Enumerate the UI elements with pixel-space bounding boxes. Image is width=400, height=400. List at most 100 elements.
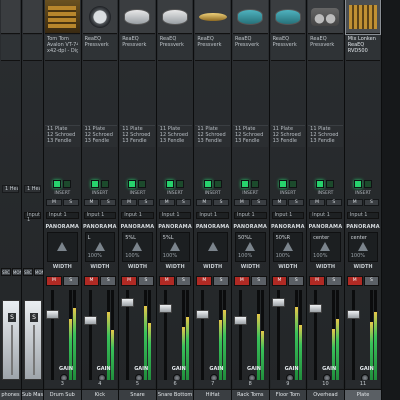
channel-strip[interactable]: ReaEQ Pressverk 11 Plate 12 Schroed 13 Fendl… [307, 0, 345, 400]
track-thumbnail[interactable] [82, 0, 118, 34]
solo-button[interactable]: S [363, 276, 380, 286]
plugin-slot[interactable]: Pressverk [122, 42, 153, 48]
record-led[interactable] [251, 180, 260, 188]
channel-strip[interactable]: Tom Tom Avalon VT-74 x42-dpl - Dig 11 Plate… [44, 0, 82, 400]
plugin-slot[interactable]: Pressverk [197, 42, 228, 48]
fader-cap[interactable] [346, 310, 360, 319]
panner[interactable]: 5%L 100% [122, 232, 153, 262]
channel-name[interactable]: Drum Sub [44, 389, 81, 400]
input-selector[interactable]: Input 1 [233, 212, 267, 219]
send-list[interactable]: 11 Plate 12 Schroed 13 Fendle [195, 125, 230, 147]
input-selector[interactable]: Input 1 [24, 212, 41, 223]
send-list[interactable]: 11 Plate 12 Schroed 13 Fendle [232, 125, 268, 147]
input-selector[interactable]: Input 1 [309, 212, 342, 219]
track-thumbnail[interactable] [270, 0, 306, 34]
fader[interactable]: GAIN [346, 288, 381, 386]
plugin-slot[interactable]: Pressverk [160, 42, 191, 48]
solo-button[interactable]: S [213, 276, 229, 286]
send-slot[interactable]: 13 Fendle [233, 138, 268, 144]
src-button[interactable]: SRC [1, 268, 11, 276]
master-fader[interactable]: S [24, 300, 42, 380]
panner[interactable]: L 100% [84, 232, 116, 262]
channel-name[interactable]: HiHat [194, 389, 231, 400]
record-led[interactable] [364, 180, 373, 188]
solo-button[interactable]: S [62, 276, 79, 286]
fader[interactable]: GAIN [308, 288, 343, 386]
plugin-list[interactable]: Tom Tom Avalon VT-74 x42-dpl - Dig [45, 35, 80, 61]
solo-button[interactable]: S [250, 276, 267, 286]
panner[interactable] [197, 232, 228, 262]
input-selector[interactable]: Input 1 [46, 212, 79, 219]
trim-button[interactable]: M [233, 199, 250, 206]
active-led[interactable] [166, 180, 175, 188]
fader[interactable]: GAIN [45, 288, 80, 386]
send-slot[interactable]: 13 Fendle [120, 138, 155, 144]
panner[interactable]: center 100% [347, 232, 379, 262]
channel-strip[interactable]: ReaEQ Pressverk 11 Plate 12 Schroed 13 Fendl… [119, 0, 157, 400]
record-led[interactable] [288, 180, 297, 188]
headphone-selector[interactable]: 1 Headpho [24, 185, 41, 193]
mon-button[interactable]: MON [33, 268, 43, 276]
send-list[interactable]: 11 Plate 12 Schroed 13 Fendle [82, 125, 118, 147]
mute-button[interactable]: M [196, 276, 213, 286]
trim-button[interactable]: M [346, 199, 363, 206]
fader[interactable]: GAIN [158, 288, 193, 386]
plugin-list[interactable]: Mix Lonken ReaEQ RVD500 [345, 35, 381, 61]
trim-button[interactable]: M [271, 199, 288, 206]
mute-button[interactable]: M [309, 276, 325, 286]
plugin-list[interactable]: ReaEQ Pressverk [82, 35, 118, 61]
solo-button[interactable]: S [175, 276, 192, 286]
channel-name[interactable]: Sub Master [22, 389, 43, 400]
send-list[interactable]: 11 Plate 12 Schroed 13 Fendle [157, 125, 193, 147]
send-slot[interactable]: 13 Fendle [271, 138, 306, 144]
channel-strip[interactable]: ReaEQ Pressverk 11 Plate 12 Schroed 13 Fendl… [194, 0, 232, 400]
plugin-list[interactable]: ReaEQ Pressverk [270, 35, 306, 61]
plugin-list[interactable]: ReaEQ Pressverk [308, 35, 343, 61]
fx-button[interactable]: S [137, 199, 154, 206]
plugin-slot[interactable]: Pressverk [85, 42, 116, 48]
fader-cap[interactable] [121, 298, 135, 307]
fader-cap[interactable] [196, 310, 210, 319]
fader[interactable]: GAIN [233, 288, 268, 386]
send-slot[interactable]: 13 Fendle [83, 138, 118, 144]
active-led[interactable] [241, 180, 250, 188]
channel-name[interactable]: Floor Tom [269, 389, 307, 400]
plugin-slot[interactable]: Pressverk [310, 42, 341, 48]
record-led[interactable] [63, 180, 72, 188]
trim-button[interactable]: M [121, 199, 137, 206]
fader-cap[interactable] [83, 316, 97, 325]
fader-cap[interactable] [271, 298, 285, 307]
panner[interactable]: 5%L 100% [159, 232, 191, 262]
input-selector[interactable]: Input 1 [346, 212, 380, 219]
input-selector[interactable]: Input 1 [83, 212, 117, 219]
input-selector[interactable]: Input 1 [196, 212, 229, 219]
plugin-list[interactable]: ReaEQ Pressverk [232, 35, 268, 61]
mute-button[interactable]: M [233, 276, 250, 286]
channel-strip[interactable]: ReaEQ Pressverk 11 Plate 12 Schroed 13 Fendl… [81, 0, 120, 400]
send-slot[interactable]: 13 Fendle [158, 138, 193, 144]
input-selector[interactable]: Input 1 [271, 212, 305, 219]
active-led[interactable] [128, 180, 137, 188]
active-led[interactable] [354, 180, 363, 188]
input-selector[interactable]: Input 1 [158, 212, 192, 219]
trim-button[interactable]: M [83, 199, 100, 206]
trim-button[interactable]: M [46, 199, 62, 206]
plugin-list[interactable] [1, 35, 20, 61]
solo-button[interactable]: S [325, 276, 342, 286]
input-selector[interactable]: Input 1 [121, 212, 154, 219]
plugin-slot[interactable]: Pressverk [273, 42, 304, 48]
record-led[interactable] [100, 180, 109, 188]
active-led[interactable] [278, 180, 287, 188]
trim-button[interactable]: M [158, 199, 175, 206]
fx-button[interactable]: S [100, 199, 117, 206]
trim-button[interactable]: M [196, 199, 213, 206]
solo-button[interactable]: S [288, 276, 305, 286]
mute-button[interactable]: M [158, 276, 175, 286]
send-slot[interactable]: 13 Fendle [195, 138, 230, 144]
track-thumbnail[interactable] [23, 0, 42, 34]
fx-button[interactable]: S [62, 199, 79, 206]
channel-strip[interactable]: Mix Lonken ReaEQ RVD500 INSERT M S Input 1 PANO… [344, 0, 383, 400]
fader[interactable]: GAIN [195, 288, 230, 386]
plugin-slot[interactable]: x42-dpl - Dig [47, 48, 78, 54]
fx-button[interactable]: S [175, 199, 192, 206]
